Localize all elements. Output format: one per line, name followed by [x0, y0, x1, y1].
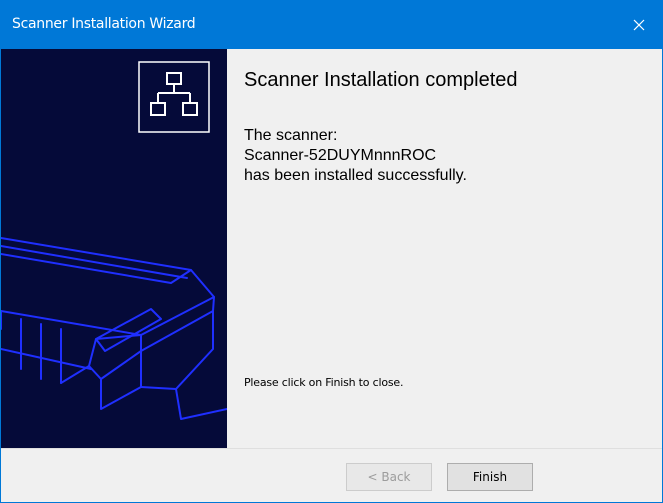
close-icon: [633, 19, 645, 31]
wizard-window: Scanner Installation Wizard Scanner Inst…: [0, 0, 663, 503]
wizard-body: Scanner Installation completed The scann…: [1, 49, 662, 448]
sidebar-banner: [1, 49, 227, 448]
scanner-label: The scanner:: [244, 127, 338, 144]
scanner-name: Scanner-52DUYMnnnROC: [244, 147, 437, 164]
button-bar: < Back Finish: [1, 449, 662, 502]
network-icon: [138, 61, 210, 133]
back-button[interactable]: < Back: [346, 463, 432, 491]
finish-button[interactable]: Finish: [447, 463, 533, 491]
window-title: Scanner Installation Wizard: [12, 16, 196, 32]
page-title: Scanner Installation completed: [244, 69, 518, 91]
finish-hint: Please click on Finish to close.: [244, 376, 404, 389]
title-bar: Scanner Installation Wizard: [1, 1, 662, 49]
content-panel: Scanner Installation completed The scann…: [244, 49, 644, 448]
close-button[interactable]: [616, 1, 662, 49]
success-message: has been installed successfully.: [244, 167, 467, 184]
